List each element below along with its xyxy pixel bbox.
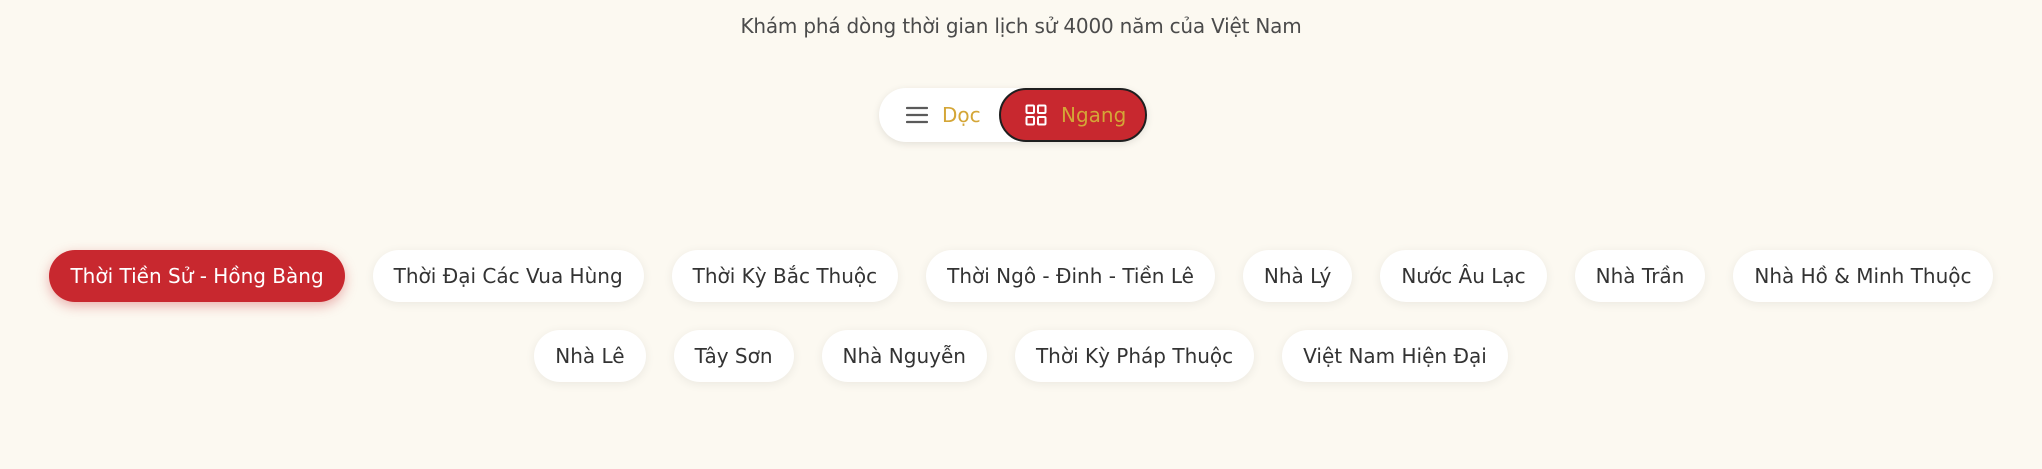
page: Khám phá dòng thời gian lịch sử 4000 năm… (0, 0, 2042, 469)
era-chip-hien-dai[interactable]: Việt Nam Hiện Đại (1282, 330, 1508, 382)
era-chip-bac-thuoc[interactable]: Thời Kỳ Bắc Thuộc (671, 250, 899, 302)
page-title-cutoff (0, 0, 2042, 2)
era-filter-row: Thời Tiền Sử - Hồng Bàng Thời Đại Các Vu… (0, 250, 2042, 302)
era-chip-ngo-dinh-tien-le[interactable]: Thời Ngô - Đinh - Tiền Lê (926, 250, 1215, 302)
era-chip-phap-thuoc[interactable]: Thời Kỳ Pháp Thuộc (1014, 330, 1255, 382)
era-chip-nha-ho-minh-thuoc[interactable]: Nhà Hồ & Minh Thuộc (1733, 250, 1993, 302)
vertical-view-label: Dọc (942, 103, 981, 127)
era-chip-tay-son[interactable]: Tây Sơn (673, 330, 794, 382)
menu-lines-icon (906, 106, 928, 124)
era-chip-nha-ly[interactable]: Nhà Lý (1242, 250, 1353, 302)
horizontal-view-button[interactable]: Ngang (999, 88, 1147, 142)
vertical-view-button[interactable]: Dọc (879, 88, 999, 142)
grid-icon (1025, 104, 1047, 126)
era-chip-nha-tran[interactable]: Nhà Trần (1574, 250, 1706, 302)
era-chip-tien-su-hong-bang[interactable]: Thời Tiền Sử - Hồng Bàng (49, 250, 345, 302)
era-filter-row: Nhà Lê Tây Sơn Nhà Nguyễn Thời Kỳ Pháp T… (0, 330, 2042, 382)
view-toggle: Dọc Ngang (879, 88, 1147, 142)
era-chip-nha-le[interactable]: Nhà Lê (534, 330, 646, 382)
era-chip-nha-nguyen[interactable]: Nhà Nguyễn (821, 330, 987, 382)
era-chip-au-lac[interactable]: Nước Âu Lạc (1380, 250, 1547, 302)
horizontal-view-label: Ngang (1061, 103, 1127, 127)
page-subtitle: Khám phá dòng thời gian lịch sử 4000 năm… (740, 14, 1302, 38)
era-chip-vua-hung[interactable]: Thời Đại Các Vua Hùng (372, 250, 644, 302)
